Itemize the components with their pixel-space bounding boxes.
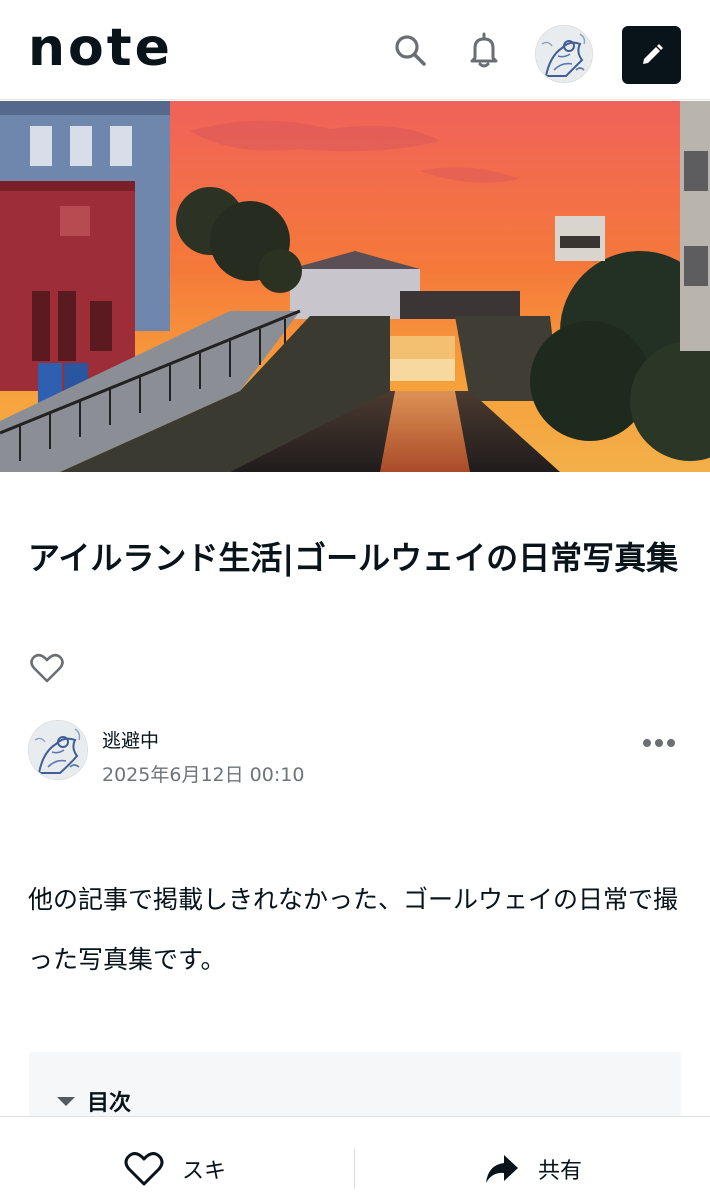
share-arrow-icon [486, 1155, 518, 1183]
user-avatar[interactable] [535, 25, 593, 83]
article-title: アイルランド生活|ゴールウェイの日常写真集 [28, 539, 679, 577]
share-label: 共有 [538, 1159, 583, 1184]
caret-down-icon [57, 1097, 75, 1106]
article-page: note アイルランド生活|ゴールウェイの日常写真集 逃避中 2025年6月12… [0, 0, 710, 1200]
post-button[interactable] [622, 26, 681, 84]
heart-icon[interactable] [30, 652, 64, 684]
share-button[interactable]: 共有 [484, 1149, 582, 1189]
bottom-action-bar: スキ 共有 [0, 1116, 710, 1200]
like-button[interactable]: スキ [124, 1149, 226, 1189]
post-date: 2025年6月12日 00:10 [102, 764, 305, 786]
top-header: note [0, 0, 710, 100]
like-label: スキ [182, 1159, 227, 1184]
bell-icon[interactable] [464, 30, 504, 70]
article-body: 他の記事で掲載しきれなかった、ゴールウェイの日常で撮った写真集です。 [28, 885, 679, 974]
toc-label: 目次 [87, 1091, 132, 1116]
divider [354, 1149, 355, 1189]
note-logo[interactable]: note [28, 22, 173, 74]
heart-icon [124, 1152, 164, 1186]
hero-image [0, 101, 710, 472]
author-avatar[interactable] [28, 720, 88, 780]
more-options-icon[interactable] [640, 730, 678, 756]
search-icon[interactable] [390, 30, 430, 70]
author-name[interactable]: 逃避中 [102, 726, 159, 753]
pencil-icon [643, 44, 663, 64]
toc-toggle[interactable]: 目次 [57, 1086, 131, 1116]
